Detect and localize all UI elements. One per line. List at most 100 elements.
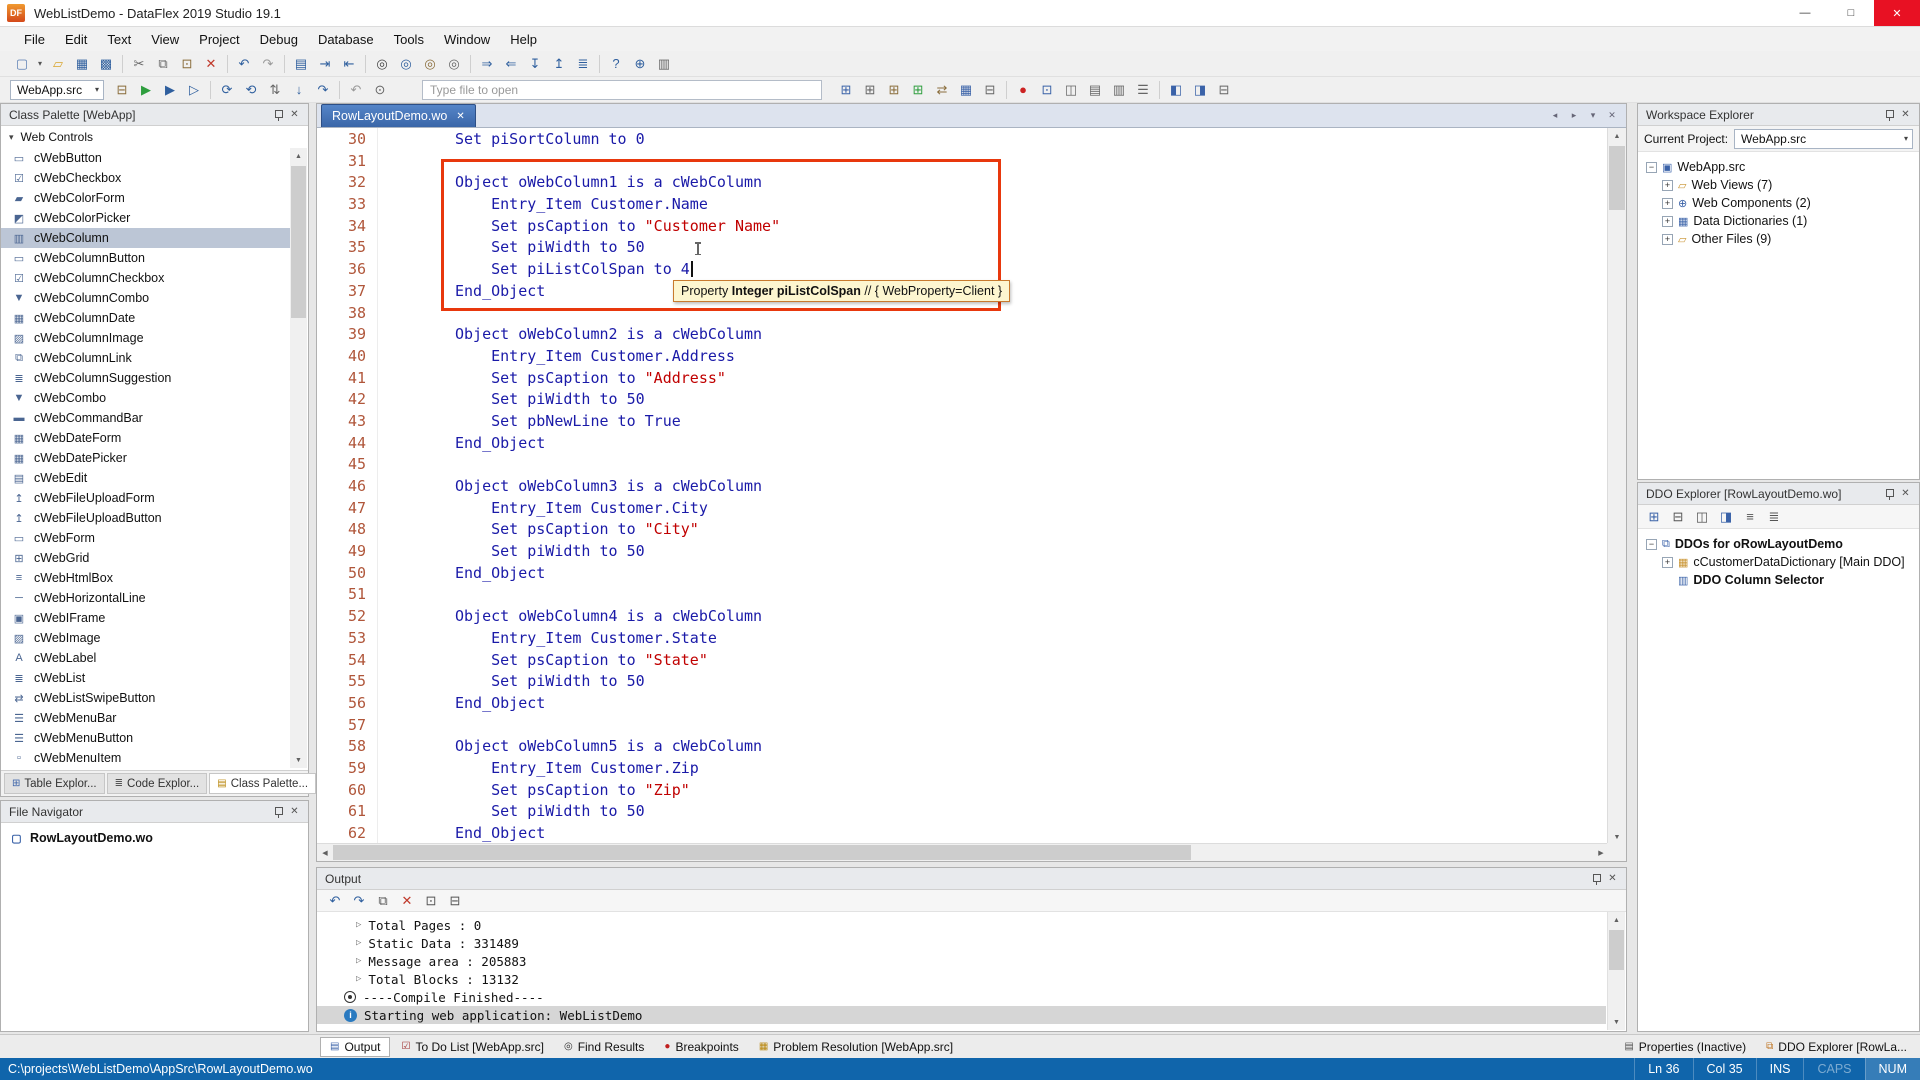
palette-item-cwebcolumnsuggestion[interactable]: ≣cWebColumnSuggestion	[1, 368, 291, 388]
recompile-button[interactable]: ⟳	[215, 79, 239, 101]
ddo-view-diagram-button[interactable]: ⊞	[1642, 506, 1666, 528]
palette-item-cweblabel[interactable]: AcWebLabel	[1, 648, 291, 668]
project-properties-button[interactable]: ⊟	[110, 79, 134, 101]
plus-expander-icon[interactable]: +	[1662, 180, 1673, 191]
expand-arrow-icon[interactable]: ▷	[356, 920, 361, 930]
database-builder-button[interactable]: ▦	[954, 79, 978, 101]
debug-run-button[interactable]: ▶	[158, 79, 182, 101]
call-stack-button[interactable]: ▤	[1083, 79, 1107, 101]
palette-item-cwebcombo[interactable]: ▼cWebCombo	[1, 388, 291, 408]
pin-icon[interactable]	[269, 107, 286, 123]
pin-icon[interactable]	[1880, 486, 1897, 502]
ddo-view-split-button[interactable]: ◨	[1714, 506, 1738, 528]
scroll-up-icon[interactable]: ▲	[1608, 128, 1626, 144]
menu-item-tools[interactable]: Tools	[384, 27, 434, 51]
output-dock-button[interactable]: ⊟	[443, 890, 467, 912]
code-text[interactable]: Set psCaption to "State"	[366, 650, 708, 672]
copy-output-button[interactable]: ⧉	[371, 890, 395, 912]
ddo-view-columns-button[interactable]: ◫	[1690, 506, 1714, 528]
plus-expander-icon[interactable]: +	[1662, 234, 1673, 245]
palette-item-cwebcheckbox[interactable]: ☑cWebCheckbox	[1, 168, 291, 188]
palette-item-cwebdateform[interactable]: ▦cWebDateForm	[1, 428, 291, 448]
locate-in-explorer-button[interactable]: ⇐	[499, 53, 523, 75]
tree-node-data-dictionaries-1[interactable]: +▦Data Dictionaries (1)	[1638, 212, 1919, 230]
tab-list-button[interactable]: ▾	[1585, 108, 1601, 124]
palette-item-cwebgrid[interactable]: ⊞cWebGrid	[1, 548, 291, 568]
pin-icon[interactable]	[269, 804, 286, 820]
clear-output-button[interactable]: ✕	[395, 890, 419, 912]
code-text[interactable]: Entry_Item Customer.State	[366, 628, 717, 650]
palette-item-cwebcolumndate[interactable]: ▦cWebColumnDate	[1, 308, 291, 328]
code-text[interactable]: Entry_Item Customer.Name	[366, 194, 708, 216]
output-next-button[interactable]: ↷	[347, 890, 371, 912]
editor-horizontal-scrollbar[interactable]: ◀ ▶	[317, 843, 1609, 861]
side-tab-properties-inactive[interactable]: ▤Properties (Inactive)	[1615, 1037, 1755, 1057]
palette-tab-class-palette[interactable]: ▤Class Palette...	[209, 773, 316, 794]
find-button[interactable]: ◎	[370, 53, 394, 75]
expand-arrow-icon[interactable]: ▷	[356, 938, 361, 948]
new-file-dropdown[interactable]: ▾	[34, 53, 46, 75]
palette-item-cwebdatepicker[interactable]: ▦cWebDatePicker	[1, 448, 291, 468]
code-text[interactable]: Object oWebColumn2 is a cWebColumn	[366, 324, 762, 346]
scroll-down-icon[interactable]: ▼	[1608, 1014, 1625, 1030]
code-text[interactable]: Set piSortColumn to 0	[366, 129, 645, 151]
stop-debug-button[interactable]: ⇅	[263, 79, 287, 101]
breakpoint-button[interactable]: ●	[1011, 79, 1035, 101]
code-text[interactable]: Entry_Item Customer.Zip	[366, 758, 699, 780]
expand-arrow-icon[interactable]: ▷	[356, 956, 361, 966]
palette-item-cwebcolumnlink[interactable]: ⧉cWebColumnLink	[1, 348, 291, 368]
palette-item-cwebmenuitem[interactable]: ▫cWebMenuItem	[1, 748, 291, 768]
close-document-button[interactable]: ✕	[1604, 108, 1620, 124]
customize-toolbar-button[interactable]: ▥	[652, 53, 676, 75]
code-text[interactable]	[366, 715, 455, 737]
code-text[interactable]: Set pbNewLine to True	[366, 411, 681, 433]
web-controls-group[interactable]: ▾ Web Controls	[1, 126, 308, 148]
close-panel-icon[interactable]: ✕	[1897, 486, 1914, 502]
code-text[interactable]: Set psCaption to "Zip"	[366, 780, 690, 802]
code-text[interactable]	[366, 454, 455, 476]
watches-button[interactable]: ⊡	[1035, 79, 1059, 101]
next-bookmark-button[interactable]: ⇥	[313, 53, 337, 75]
ddo-view-list-button[interactable]: ⊟	[1666, 506, 1690, 528]
code-text[interactable]: End_Object	[366, 563, 545, 585]
code-text[interactable]: Set piWidth to 50	[366, 541, 645, 563]
tree-node-webapp-src[interactable]: −▣WebApp.src	[1638, 158, 1919, 176]
close-button[interactable]: ✕	[1874, 0, 1920, 26]
code-text[interactable]: End_Object	[366, 281, 545, 303]
palette-item-cwebcolumncombo[interactable]: ▼cWebColumnCombo	[1, 288, 291, 308]
scroll-thumb[interactable]	[1609, 930, 1624, 970]
redo-button[interactable]: ↷	[256, 53, 280, 75]
minimize-button[interactable]: —	[1782, 0, 1828, 26]
current-project-combo[interactable]: WebApp.src ▾	[1734, 129, 1913, 149]
class-palette-scrollbar[interactable]: ▲ ▼	[290, 148, 307, 768]
palette-item-cwebcommandbar[interactable]: ▬cWebCommandBar	[1, 408, 291, 428]
scroll-down-icon[interactable]: ▼	[290, 752, 307, 768]
menu-item-text[interactable]: Text	[97, 27, 141, 51]
code-text[interactable]: Object oWebColumn1 is a cWebColumn	[366, 172, 762, 194]
bottom-tab-to-do-list-webapp-src[interactable]: ☑To Do List [WebApp.src]	[392, 1037, 552, 1057]
tree-node-other-files-9[interactable]: +▱Other Files (9)	[1638, 230, 1919, 248]
open-file-input[interactable]	[422, 80, 822, 100]
code-text[interactable]: Set piWidth to 50	[366, 671, 645, 693]
palette-item-cwebcolorform[interactable]: ▰cWebColorForm	[1, 188, 291, 208]
code-text[interactable]: End_Object	[366, 823, 545, 845]
menu-item-file[interactable]: File	[14, 27, 55, 51]
tree-node-ddo-column-selector[interactable]: +▥DDO Column Selector	[1638, 571, 1919, 589]
compile-run-button[interactable]: ▶	[134, 79, 158, 101]
context-help-button[interactable]: ⊕	[628, 53, 652, 75]
layout-horizontal-button[interactable]: ◧	[1164, 79, 1188, 101]
palette-item-cwebedit[interactable]: ▤cWebEdit	[1, 468, 291, 488]
code-text[interactable]: Entry_Item Customer.City	[366, 498, 708, 520]
palette-item-cwebcolumnimage[interactable]: ▨cWebColumnImage	[1, 328, 291, 348]
close-panel-icon[interactable]: ✕	[1897, 107, 1914, 123]
close-panel-icon[interactable]: ✕	[286, 107, 303, 123]
document-tab-rowlayoutdemo[interactable]: RowLayoutDemo.wo ✕	[321, 104, 476, 127]
palette-item-cwebfileuploadform[interactable]: ↥cWebFileUploadForm	[1, 488, 291, 508]
tree-node-web-views-7[interactable]: +▱Web Views (7)	[1638, 176, 1919, 194]
find-in-files-button[interactable]: ◎	[418, 53, 442, 75]
code-text[interactable]: Entry_Item Customer.Address	[366, 346, 735, 368]
bottom-tab-breakpoints[interactable]: ●Breakpoints	[655, 1037, 747, 1057]
file-item-rowlayoutdemo-wo[interactable]: ▢RowLayoutDemo.wo	[1, 828, 308, 848]
new-file-button[interactable]: ▢	[10, 53, 34, 75]
tree-node-ccustomerdatadictionary-main-ddo[interactable]: +▦cCustomerDataDictionary [Main DDO]	[1638, 553, 1919, 571]
